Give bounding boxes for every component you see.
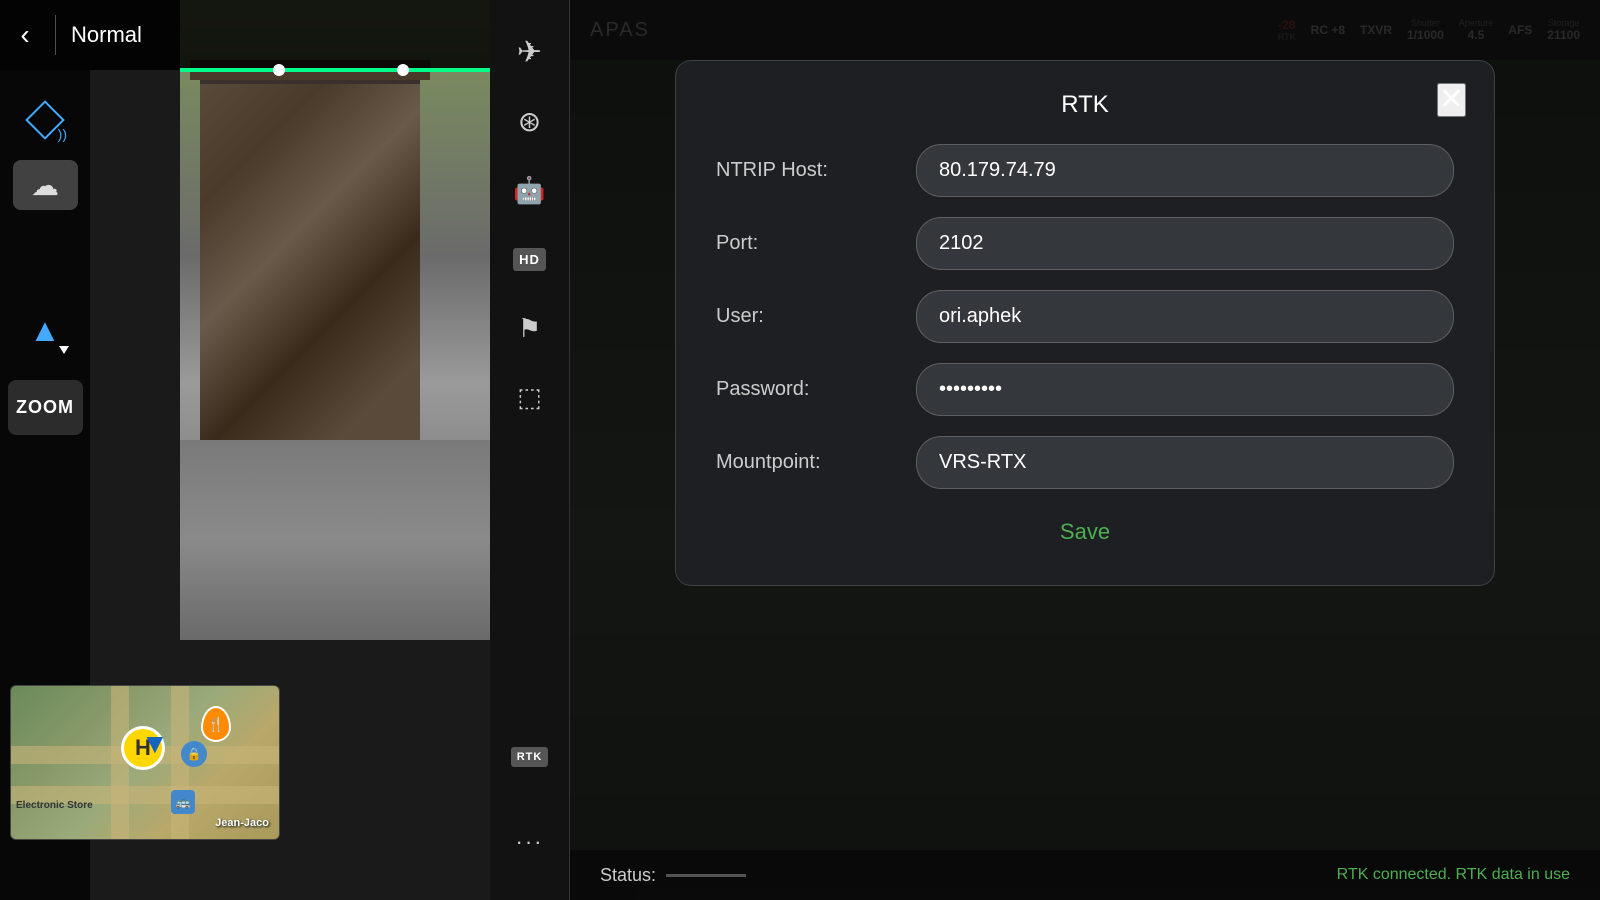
right-sidebar: ✈ ⊛ 🤖 HD ⚑ ⬚ RTK ··· [490,0,570,900]
map-thumbnail[interactable]: 🍴 H 🔒 ▼ 🚌 Electronic Store Jean-Jaco [10,685,280,840]
drone-icon: ✈ [517,35,542,70]
rtk-modal-title: RTK [716,91,1454,119]
sidebar-camera-button[interactable]: ⬚ [502,369,558,425]
hd-icon: HD [513,248,546,271]
compass-icon: ⊛ [518,105,541,138]
map-label-street: Jean-Jaco [215,817,269,829]
divider [55,15,56,55]
user-input[interactable] [916,290,1454,343]
flag-icon: ⚑ [518,313,541,344]
cloud-button[interactable]: ☁ [13,160,78,210]
status-bar: Status: RTK connected. RTK data in use [570,850,1600,900]
back-button[interactable]: ‹ [0,0,50,70]
mountpoint-label: Mountpoint: [716,451,916,474]
progress-dot-right [397,64,409,76]
map-background: 🍴 H 🔒 ▼ 🚌 Electronic Store Jean-Jaco [11,686,279,839]
rtk-connected-text: RTK connected. RTK data in use [1337,866,1570,884]
rtk-icon: RTK [511,747,549,767]
back-arrow-icon: ‹ [20,19,29,51]
map-pin-orange: 🍴 [201,706,231,742]
ntrip-host-row: NTRIP Host: [716,144,1454,197]
ntrip-host-input[interactable] [916,144,1454,197]
rtk-modal-overlay: RTK ✕ NTRIP Host: Port: User: Password: … [570,0,1600,900]
progress-bar [180,68,490,72]
camera-feed [180,0,490,640]
fork-pin: 🍴 [201,706,231,742]
map-nav-arrow: ▼ [141,728,169,760]
more-dots-icon: ··· [516,829,544,855]
port-row: Port: [716,217,1454,270]
port-label: Port: [716,232,916,255]
progress-dot-left [273,64,285,76]
status-line [666,874,746,877]
sidebar-compass-button[interactable]: ⊛ [502,93,558,149]
sidebar-more-button[interactable]: ··· [502,814,558,870]
save-button[interactable]: Save [1030,509,1140,555]
status-left: Status: [600,865,746,886]
sidebar-hd-button[interactable]: HD [502,231,558,287]
password-input[interactable] [916,363,1454,416]
mountpoint-input[interactable] [916,436,1454,489]
map-pin-lock: 🔒 [181,741,207,767]
sidebar-icon-nav[interactable]: ▲ [15,300,75,360]
top-bar: ‹ Normal [0,0,490,70]
rtk-close-button[interactable]: ✕ [1437,83,1466,117]
port-input[interactable] [916,217,1454,270]
zoom-label: ZOOM [16,397,74,418]
sidebar-rtk-button[interactable]: RTK [502,729,558,785]
sidebar-flag-button[interactable]: ⚑ [502,300,558,356]
password-row: Password: [716,363,1454,416]
user-label: User: [716,305,916,328]
zoom-button[interactable]: ZOOM [8,380,83,435]
map-bus-pin: 🚌 [171,790,195,814]
progress-bar-container [180,68,490,72]
ntrip-host-label: NTRIP Host: [716,159,916,182]
mountpoint-row: Mountpoint: [716,436,1454,489]
sidebar-icon-diamond[interactable]: )) [15,90,75,150]
cloud-icon: ☁ [31,169,59,202]
map-label-electronics: Electronic Store [16,800,93,811]
rtk-modal: RTK ✕ NTRIP Host: Port: User: Password: … [675,60,1495,586]
nav-arrow-icon: ▲ [29,312,61,349]
password-label: Password: [716,378,916,401]
camera-icon: ⬚ [517,382,542,413]
mode-label: Normal [71,22,142,48]
nav-arrow-small-icon [59,346,69,354]
sidebar-robot-button[interactable]: 🤖 [502,162,558,218]
robot-icon: 🤖 [513,175,545,206]
status-label: Status: [600,865,656,886]
user-row: User: [716,290,1454,343]
sidebar-drone-button[interactable]: ✈ [502,24,558,80]
signal-icon: )) [58,126,67,142]
